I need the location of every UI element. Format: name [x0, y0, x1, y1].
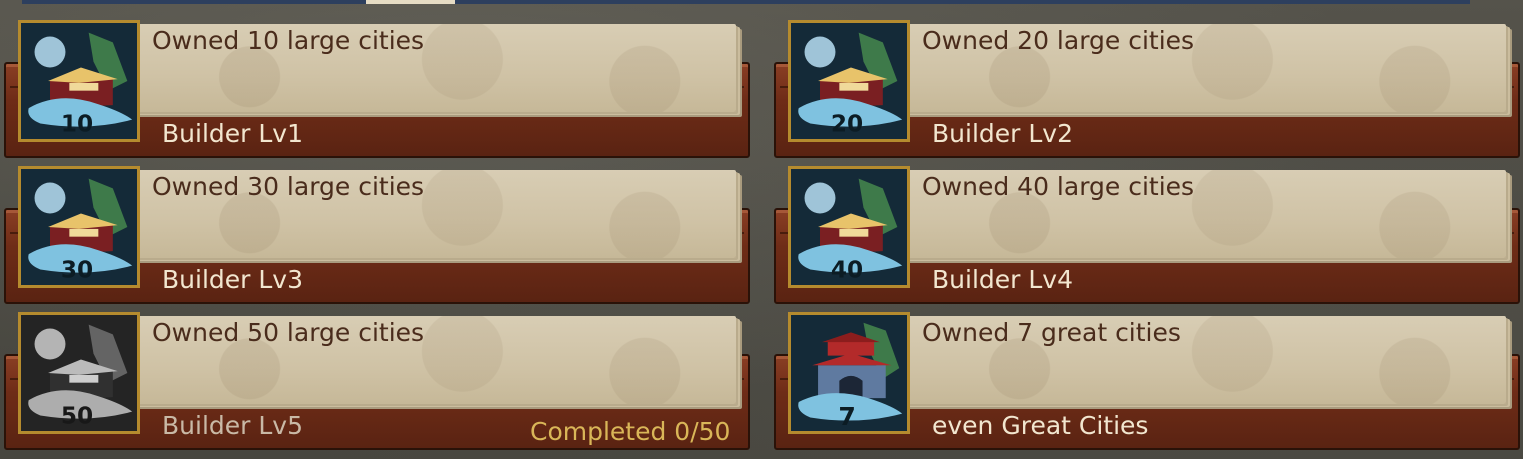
achievement-title: Owned 7 great cities: [922, 318, 1181, 347]
badge-number: 10: [61, 110, 93, 137]
achievement-reward: Builder Lv4: [932, 265, 1073, 294]
achievement-reward: Builder Lv2: [932, 119, 1073, 148]
achievement-reward: Builder Lv1: [162, 119, 303, 148]
achievement-card[interactable]: 20 Owned 20 large cities Builder Lv2: [774, 0, 1520, 158]
palace-cloud-icon: 20: [788, 20, 910, 142]
achievement-card[interactable]: 30 Owned 30 large cities Builder Lv3: [4, 146, 750, 304]
badge-number: 50: [61, 402, 93, 429]
achievement-progress: Completed 0/50: [530, 417, 731, 446]
badge-number: 40: [831, 256, 863, 283]
palace-cloud-icon: 30: [18, 166, 140, 288]
achievement-card[interactable]: 40 Owned 40 large cities Builder Lv4: [774, 146, 1520, 304]
achievement-title: Owned 30 large cities: [152, 172, 425, 201]
achievement-title: Owned 40 large cities: [922, 172, 1195, 201]
achievement-card[interactable]: 7 Owned 7 great cities even Great Cities: [774, 292, 1520, 450]
achievement-reward: even Great Cities: [932, 411, 1149, 440]
achievement-card[interactable]: 50 Owned 50 large cities Builder Lv5: [4, 292, 750, 450]
achievement-reward: Builder Lv5: [162, 411, 303, 440]
city-gate-icon: 7: [788, 312, 910, 434]
achievement-title: Owned 10 large cities: [152, 26, 425, 55]
achievement-title: Owned 50 large cities: [152, 318, 425, 347]
palace-cloud-icon: 10: [18, 20, 140, 142]
badge-number: 30: [61, 256, 93, 283]
badge-number: 7: [838, 402, 855, 431]
badge-number: 20: [831, 110, 863, 137]
achievement-card[interactable]: 10 Owned 10 large cities Builder Lv1: [4, 0, 750, 158]
achievement-reward: Builder Lv3: [162, 265, 303, 294]
achievement-title: Owned 20 large cities: [922, 26, 1195, 55]
palace-cloud-icon: 50: [18, 312, 140, 434]
palace-cloud-icon: 40: [788, 166, 910, 288]
